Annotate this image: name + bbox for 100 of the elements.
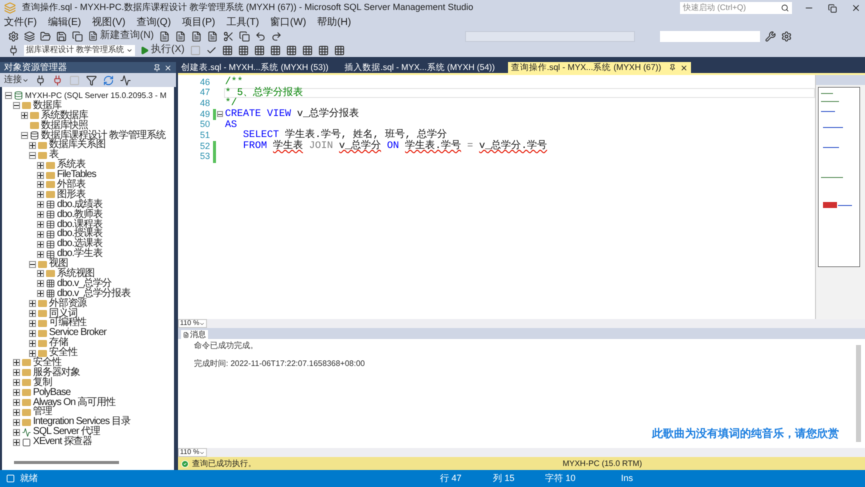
new-query-button[interactable]: 新建查询(N) (88, 31, 154, 41)
query-file-icon[interactable] (158, 30, 170, 42)
close-icon[interactable] (680, 64, 688, 72)
menu-item[interactable]: 编辑(E) (48, 18, 82, 28)
toolbar-icon[interactable] (318, 44, 329, 56)
expand-toggle[interactable] (37, 172, 44, 179)
menu-item[interactable]: 项目(P) (182, 18, 216, 28)
toolbar-icon[interactable] (302, 44, 313, 56)
expand-toggle[interactable] (13, 418, 20, 426)
toolbar-icon[interactable] (222, 44, 233, 56)
tree-item[interactable]: Always On 高可用性 (33, 398, 116, 408)
restore-icon[interactable] (828, 4, 837, 12)
tree-item[interactable]: 外部表 (57, 180, 86, 190)
toolbar-icon[interactable] (254, 44, 265, 56)
tree-item[interactable]: 同义词 (49, 308, 78, 319)
query-file-icon[interactable] (174, 30, 186, 42)
activity-icon[interactable] (120, 74, 131, 86)
tree-item[interactable]: 可编程性 (49, 318, 87, 328)
tree-item[interactable]: 安全性 (33, 358, 62, 368)
tree-item[interactable]: 复制 (33, 378, 52, 388)
search-icon[interactable] (781, 4, 789, 12)
expand-toggle[interactable] (13, 399, 20, 406)
connect-button[interactable]: 连接 (4, 73, 29, 87)
expand-toggle[interactable] (29, 340, 36, 347)
code-minimap[interactable] (818, 87, 860, 267)
tree-item[interactable]: 图形表 (57, 190, 86, 200)
tree-item[interactable]: dbo.教师表 (57, 210, 102, 220)
collapse-toggle[interactable] (29, 260, 36, 268)
messages-tab[interactable]: 消息 (181, 330, 208, 339)
collapse-toggle[interactable] (29, 152, 36, 159)
expand-toggle[interactable] (29, 300, 36, 308)
filter-icon[interactable] (86, 74, 97, 86)
expand-toggle[interactable] (29, 350, 36, 357)
menu-item[interactable]: 工具(T) (226, 18, 260, 28)
plug-icon[interactable] (52, 74, 63, 86)
expand-toggle[interactable] (37, 230, 44, 238)
document-tab[interactable]: 创建表.sql - MYXH...系统 (MYXH (53)) (178, 62, 332, 73)
document-tab[interactable]: 查询操作.sql - MYX...系统 (MYXH (67)) (508, 62, 692, 73)
execute-button[interactable]: 执行(X) (140, 45, 185, 55)
tree-item[interactable]: MYXH-PC (SQL Server 15.0.2095.3 - M (25, 90, 167, 101)
plug-icon[interactable] (35, 74, 46, 86)
toolbar-icon[interactable] (270, 44, 281, 56)
undo-icon[interactable] (254, 30, 266, 42)
pin-icon[interactable] (153, 64, 161, 72)
document-tab[interactable]: 插入数据.sql - MYX...系统 (MYXH (54)) (341, 62, 498, 73)
expand-toggle[interactable] (37, 221, 44, 228)
expand-toggle[interactable] (37, 181, 44, 188)
tree-item[interactable]: 数据库 (33, 100, 62, 111)
settings-icon[interactable] (8, 30, 19, 42)
menu-item[interactable]: 文件(F) (4, 18, 37, 28)
tree-item[interactable]: PolyBase (33, 388, 70, 398)
tree-item[interactable]: dbo.v_总学分 (57, 278, 112, 289)
menu-item[interactable]: 视图(V) (92, 18, 126, 28)
expand-toggle[interactable] (13, 359, 20, 366)
toolbar-icon[interactable] (286, 44, 297, 56)
menu-item[interactable]: 查询(Q) (136, 18, 171, 28)
expand-toggle[interactable] (29, 330, 36, 337)
parse-icon[interactable] (206, 44, 217, 56)
folder-icon[interactable] (40, 30, 51, 42)
tree-item[interactable]: dbo.课程表 (57, 220, 102, 230)
plug-icon[interactable] (8, 44, 19, 56)
cut-icon[interactable] (222, 30, 234, 42)
tree-item[interactable]: 服务器对象 (33, 368, 80, 378)
tree-item[interactable]: dbo.成绩表 (57, 200, 102, 210)
collapse-toggle[interactable] (13, 102, 20, 110)
expand-toggle[interactable] (13, 428, 20, 436)
copy-icon[interactable] (238, 30, 250, 42)
quick-launch-field[interactable]: 快速启动 (Ctrl+Q) (680, 2, 792, 14)
wrench-icon[interactable] (765, 30, 776, 42)
expand-toggle[interactable] (29, 320, 36, 327)
expand-toggle[interactable] (13, 389, 20, 396)
collapse-toggle[interactable] (21, 132, 28, 139)
layers-icon[interactable] (24, 30, 35, 42)
search-combo-field[interactable] (660, 30, 760, 42)
settings-icon[interactable] (781, 30, 792, 42)
menu-item[interactable]: 窗口(W) (270, 18, 306, 28)
expand-toggle[interactable] (37, 201, 44, 208)
query-file-icon[interactable] (190, 30, 202, 42)
expand-toggle[interactable] (37, 211, 44, 218)
database-dropdown[interactable]: 据库课程设计 教学管理系统 (24, 44, 136, 56)
tree-item[interactable]: 外部资源 (49, 298, 87, 309)
fold-toggle[interactable] (217, 111, 223, 118)
tree-item[interactable]: dbo.v_总学分报表 (57, 288, 130, 299)
refresh-icon[interactable] (103, 74, 114, 86)
expand-toggle[interactable] (37, 270, 44, 278)
tree-item[interactable]: 系统数据库 (41, 110, 88, 121)
close-icon[interactable] (851, 3, 861, 13)
expand-toggle[interactable] (37, 191, 44, 198)
toolbar-icon[interactable] (238, 44, 249, 56)
expand-toggle[interactable] (13, 369, 20, 376)
tree-item[interactable]: dbo.学生表 (57, 249, 102, 260)
close-icon[interactable] (164, 64, 172, 72)
expand-toggle[interactable] (37, 240, 44, 248)
tree-item[interactable]: Integration Services 目录 (33, 417, 130, 428)
expand-toggle[interactable] (29, 310, 36, 318)
expand-toggle[interactable] (37, 290, 44, 298)
expand-toggle[interactable] (13, 438, 20, 446)
redo-icon[interactable] (270, 30, 282, 42)
tree-item[interactable]: XEvent 探查器 (33, 437, 92, 448)
expand-toggle[interactable] (13, 408, 20, 416)
